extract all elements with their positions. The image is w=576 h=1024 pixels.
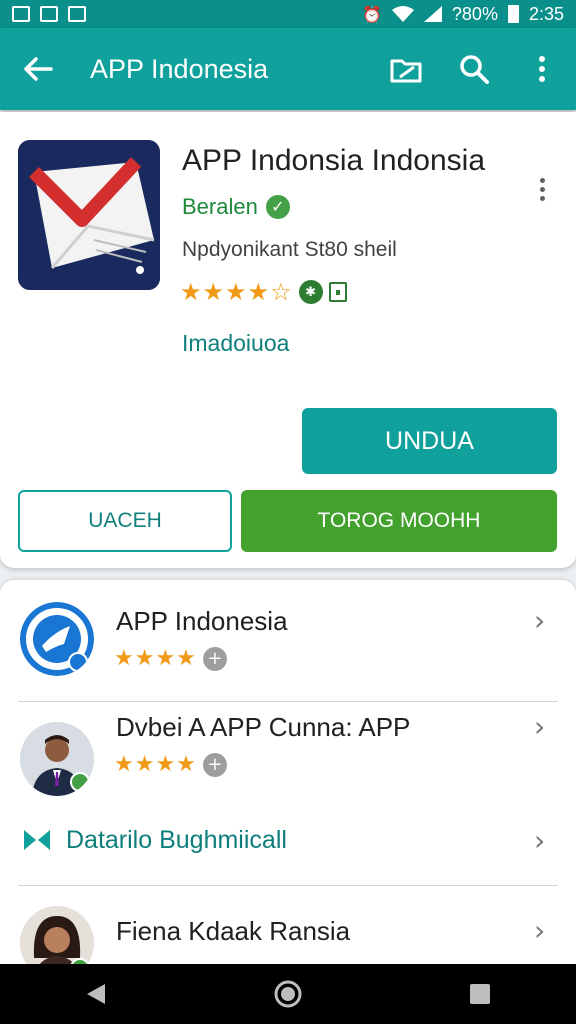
list-item-rating: ★★★★ + xyxy=(114,646,227,671)
chevron-right-icon: › xyxy=(534,824,546,857)
alarm-icon: ⏰ xyxy=(361,4,382,24)
back-button[interactable] xyxy=(0,28,76,110)
developer-link-row[interactable]: Datarilo Bughmiicall › xyxy=(0,812,576,872)
secondary-outline-button[interactable]: UACEH xyxy=(18,490,232,552)
list-item-title: Dvbei A APP Cunna: APP xyxy=(116,712,411,742)
wifi-icon xyxy=(391,6,414,22)
nav-home-button[interactable] xyxy=(258,964,318,1024)
nav-recents-button[interactable] xyxy=(450,964,510,1024)
avatar xyxy=(20,906,94,964)
bowtie-icon xyxy=(24,830,50,850)
battery-percent: ?80% xyxy=(451,3,498,24)
verified-check-icon: ✓ xyxy=(265,195,290,219)
nav-back-icon xyxy=(87,984,105,1004)
list-item-rating: ★★★★ + xyxy=(114,752,227,777)
chevron-right-icon: › xyxy=(534,710,546,743)
list-item[interactable]: Dvbei A APP Cunna: APP ★★★★ + › xyxy=(0,702,576,822)
developer-name[interactable]: Beralen xyxy=(182,194,258,220)
plus-badge-icon: + xyxy=(202,752,227,777)
app-notification-icon xyxy=(40,6,58,22)
developer-row[interactable]: Beralen ✓ xyxy=(182,194,290,220)
related-apps-list: APP Indonesia ★★★★ + › Dvbei A APP Cunna… xyxy=(0,580,576,964)
notification-icon xyxy=(12,6,30,22)
status-left-icons xyxy=(12,6,86,22)
system-nav-bar xyxy=(0,964,576,1024)
plus-badge-icon: + xyxy=(202,646,227,671)
status-right-icons: ⏰ ?80% 2:35 xyxy=(362,4,564,25)
app-subtitle: Npdyonikant St80 sheil xyxy=(182,238,397,261)
lock-badge-icon xyxy=(328,282,347,302)
list-item[interactable]: APP Indonesia ★★★★ + › xyxy=(0,580,576,700)
app-item-logo-icon xyxy=(20,602,94,676)
toolbar-title: APP Indonesia xyxy=(90,53,269,84)
star-rating: ★★★★☆ xyxy=(180,278,293,306)
nav-home-icon xyxy=(274,980,302,1008)
list-item-title: Fiena Kdaak Ransia xyxy=(116,916,351,946)
cell-signal-icon xyxy=(423,6,442,22)
rating-row: ★★★★☆ ✱ xyxy=(180,278,347,306)
clock: 2:35 xyxy=(528,3,564,24)
nav-recents-icon xyxy=(470,984,490,1004)
avatar xyxy=(20,722,94,796)
more-vert-icon xyxy=(539,56,545,82)
folder-button[interactable] xyxy=(372,28,440,110)
app-logo-icon xyxy=(18,140,160,290)
search-button[interactable] xyxy=(440,28,508,110)
star-rating: ★★★★ xyxy=(114,752,197,777)
primary-green-button[interactable]: TOROG MOOHH xyxy=(241,490,557,552)
app-category[interactable]: Imadoiuoa xyxy=(182,330,289,357)
list-item[interactable]: Fiena Kdaak Ransia › xyxy=(0,886,576,964)
status-bar: ⏰ ?80% 2:35 xyxy=(0,0,576,28)
developer-link-text[interactable]: Datarilo Bughmiicall xyxy=(66,826,287,855)
app-detail-card: APP Indonsia Indonsia Beralen ✓ Npdyonik… xyxy=(0,112,576,568)
more-options-button[interactable] xyxy=(508,28,576,110)
battery-icon xyxy=(507,5,519,23)
lock-notification-icon xyxy=(68,6,86,22)
folder-icon xyxy=(390,59,422,83)
star-rating: ★★★★ xyxy=(114,646,197,671)
chevron-right-icon: › xyxy=(534,604,546,637)
editors-choice-icon: ✱ xyxy=(298,280,323,304)
app-title: APP Indonsia Indonsia xyxy=(182,144,486,177)
app-toolbar: APP Indonesia xyxy=(0,28,576,110)
nav-back-button[interactable] xyxy=(66,964,126,1024)
chevron-right-icon: › xyxy=(534,914,546,947)
install-button[interactable]: UNDUA xyxy=(302,408,557,474)
app-more-options[interactable] xyxy=(528,178,556,208)
search-icon xyxy=(460,55,489,84)
back-arrow-icon xyxy=(24,57,53,81)
list-item-title: APP Indonesia xyxy=(116,606,288,636)
